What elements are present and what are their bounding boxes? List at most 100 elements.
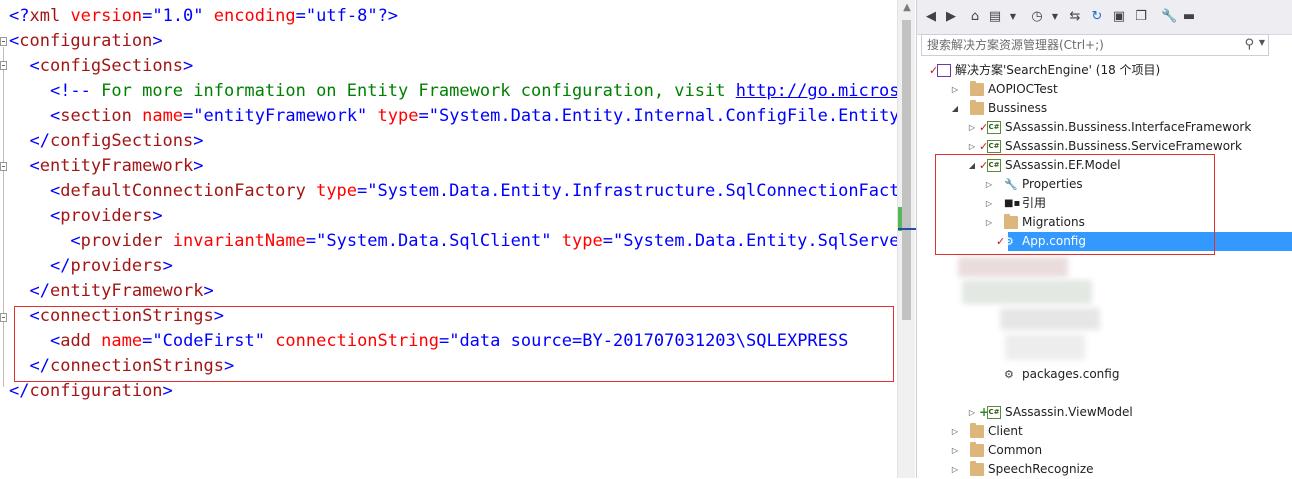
code-token: = — [183, 106, 194, 126]
code-line[interactable]: <!-- For more information on Entity Fram… — [0, 79, 897, 104]
collapse-arrow-icon[interactable]: ◢ — [950, 99, 960, 118]
chevron-down-icon[interactable]: ▼ — [1047, 9, 1063, 25]
fold-configuration[interactable] — [0, 37, 7, 46]
code-token: defaultConnectionFactory — [60, 181, 306, 201]
solution-search-box[interactable]: 搜索解决方案资源管理器(Ctrl+;) ⚲ ▼ — [921, 34, 1269, 56]
code-token: > — [183, 56, 194, 76]
caret-marker — [898, 228, 916, 230]
tree-item[interactable]: ⚙ packages.config — [917, 365, 1292, 384]
tree-item[interactable]: ▷ ✓ C# SAssassin.Bussiness.InterfaceFramewo… — [917, 118, 1292, 137]
code-token: configuration — [29, 381, 163, 401]
code-line[interactable]: <entityFramework> — [0, 154, 897, 179]
search-icon[interactable]: ⚲ — [1244, 37, 1254, 52]
code-token: > — [162, 256, 173, 276]
expand-arrow-icon[interactable]: ▷ — [967, 118, 977, 137]
code-line[interactable]: <configSections> — [0, 54, 897, 79]
tree-item[interactable]: ▷ Common — [917, 441, 1292, 460]
code-line[interactable]: <configuration> — [0, 29, 897, 54]
tree-item[interactable]: ◢ Bussiness — [917, 99, 1292, 118]
tree-item[interactable]: ✓ 解决方案'SearchEngine' (18 个项目) — [917, 61, 1292, 80]
expand-arrow-icon[interactable]: ▷ — [950, 422, 960, 441]
tree-item-label: Bussiness — [988, 101, 1048, 115]
chevron-down-icon[interactable]: ▼ — [1005, 9, 1021, 25]
code-line[interactable]: </providers> — [0, 254, 897, 279]
code-token: > — [203, 281, 214, 301]
code-token: < — [29, 156, 40, 176]
scroll-thumb[interactable] — [902, 20, 911, 320]
code-line[interactable]: <provider invariantName="System.Data.Sql… — [0, 229, 897, 254]
expand-arrow-icon[interactable]: ▷ — [950, 80, 960, 99]
code-token: type — [367, 106, 419, 126]
code-token: version — [60, 6, 143, 26]
code-token: "System.Data.Entity.Internal.ConfigFile.… — [428, 106, 897, 126]
properties-wrench-icon[interactable]: 🔧 — [1161, 9, 1177, 25]
code-token: providers — [70, 256, 163, 276]
solution-icon — [937, 64, 951, 77]
connection-strings-highlight — [14, 306, 894, 382]
code-token: </ — [29, 131, 50, 151]
obscured-region — [1000, 308, 1100, 330]
code-token: < — [29, 56, 40, 76]
code-token: type — [305, 181, 358, 201]
preview-icon[interactable]: ▬ — [1181, 9, 1197, 25]
expand-arrow-icon[interactable]: ▷ — [967, 403, 977, 422]
folder-icon — [970, 423, 984, 438]
fold-connection-strings[interactable] — [0, 313, 7, 322]
code-token: </ — [49, 256, 71, 276]
code-token: = — [418, 106, 429, 126]
code-line[interactable]: <section name="entityFramework" type="Sy… — [0, 104, 897, 129]
tree-item[interactable]: ▷ AOPIOCTest — [917, 80, 1292, 99]
tree-item[interactable]: ▷ + C# SAssassin.ViewModel — [917, 403, 1292, 422]
back-icon[interactable]: ◀ — [923, 9, 939, 25]
code-token: entityFramework — [39, 156, 194, 176]
code-token: "System.Data.Entity.Infrastructure.SqlCo… — [367, 181, 897, 201]
code-token: section — [60, 106, 132, 126]
obscured-region — [958, 257, 1068, 277]
refresh-icon[interactable]: ↻ — [1089, 9, 1105, 25]
tree-item-label: SAssassin.Bussiness.InterfaceFramework — [1005, 120, 1252, 134]
csharp-project-icon: C# — [987, 121, 1001, 134]
show-all-files-icon[interactable]: ❐ — [1133, 9, 1149, 25]
chevron-down-icon[interactable]: ▼ — [1259, 38, 1265, 47]
code-line[interactable]: <?xml version="1.0" encoding="utf-8"?> — [0, 4, 897, 29]
fold-config-sections[interactable] — [0, 61, 7, 70]
code-token[interactable]: http://go.microsoft.com/fwlink/?LinkID=2… — [736, 81, 897, 101]
switch-views-icon[interactable]: ▤ — [987, 9, 1003, 25]
code-token: > — [162, 381, 173, 401]
code-line[interactable]: </configSections> — [0, 129, 897, 154]
search-placeholder[interactable]: 搜索解决方案资源管理器(Ctrl+;) — [927, 35, 1104, 55]
code-token: "System.Data.SqlClient" — [316, 231, 552, 251]
code-editor[interactable]: <?xml version="1.0" encoding="utf-8"?> <c… — [0, 0, 897, 478]
tree-item[interactable]: ▷ SpeechRecognize — [917, 460, 1292, 479]
code-token: name — [131, 106, 184, 126]
sync-icon[interactable]: ⇆ — [1067, 9, 1083, 25]
forward-icon[interactable]: ▶ — [943, 9, 959, 25]
code-token: configSections — [49, 131, 194, 151]
code-token: <!-- — [49, 81, 91, 101]
code-token: > — [152, 206, 163, 226]
tree-item[interactable]: ▷ Client — [917, 422, 1292, 441]
editor-vertical-scrollbar[interactable]: ▲ — [897, 0, 916, 478]
code-line[interactable]: <providers> — [0, 204, 897, 229]
code-line[interactable]: </configuration> — [0, 379, 897, 404]
tree-item-label: Common — [988, 443, 1043, 457]
code-token: = — [295, 6, 306, 26]
code-token: = — [142, 6, 153, 26]
code-token: "1.0" — [152, 6, 204, 26]
collapse-all-icon[interactable]: ▣ — [1111, 9, 1127, 25]
expand-arrow-icon[interactable]: ▷ — [950, 460, 960, 479]
pending-changes-filter-icon[interactable]: ◷ — [1029, 9, 1045, 25]
expand-arrow-icon[interactable]: ▷ — [950, 441, 960, 460]
scroll-up-icon[interactable]: ▲ — [901, 2, 913, 14]
code-line[interactable]: </entityFramework> — [0, 279, 897, 304]
fold-entity-framework[interactable] — [0, 162, 7, 171]
home-icon[interactable]: ⌂ — [967, 9, 983, 25]
code-line[interactable]: <defaultConnectionFactory type="System.D… — [0, 179, 897, 204]
code-token: configuration — [19, 31, 153, 51]
code-token: = — [305, 231, 317, 251]
